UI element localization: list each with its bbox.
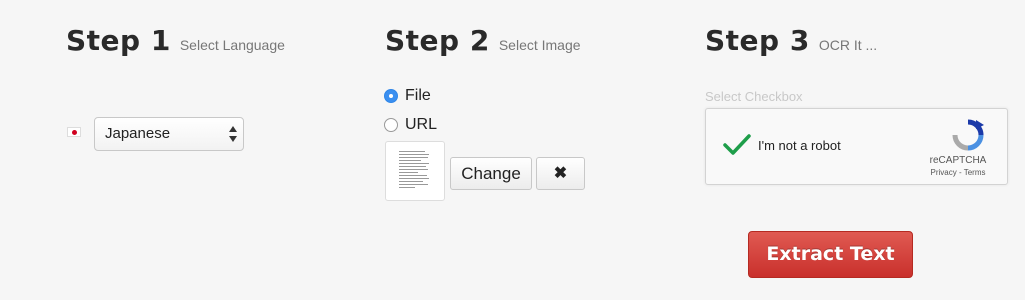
step-2-header: Step 2 Select Image — [385, 24, 581, 57]
japan-flag-icon — [67, 127, 81, 137]
language-select[interactable]: Japanese — [94, 117, 244, 151]
step-1-subtitle: Select Language — [179, 37, 285, 53]
step-2-title: Step 2 — [385, 24, 490, 57]
remove-image-button[interactable]: ✖ — [536, 157, 585, 190]
step-1-header: Step 1 Select Language — [66, 24, 285, 57]
image-thumbnail — [385, 141, 445, 201]
radio-url-label: URL — [405, 116, 438, 133]
captcha-hint: Select Checkbox — [705, 89, 803, 104]
radio-file-option[interactable]: File — [384, 87, 431, 105]
extract-text-button[interactable]: Extract Text — [748, 231, 913, 278]
recaptcha-terms-link[interactable]: Privacy - Terms — [923, 168, 993, 177]
not-robot-label: I'm not a robot — [758, 138, 841, 153]
step-3-title: Step 3 — [705, 24, 810, 57]
step-3-subtitle: OCR It ... — [818, 37, 878, 53]
checkmark-icon[interactable] — [723, 133, 751, 157]
step-1-title: Step 1 — [66, 24, 171, 57]
recaptcha-logo-icon — [952, 119, 984, 151]
recaptcha-brand: reCAPTCHA — [929, 155, 987, 166]
language-select-value: Japanese — [105, 125, 171, 142]
recaptcha-widget[interactable]: I'm not a robot reCAPTCHA Privacy - Term… — [705, 108, 1008, 185]
step-2-subtitle: Select Image — [498, 37, 581, 53]
close-icon: ✖ — [553, 165, 568, 182]
step-3-header: Step 3 OCR It ... — [705, 24, 877, 57]
change-image-button[interactable]: Change — [450, 157, 532, 190]
radio-file[interactable] — [384, 89, 398, 103]
ocr-page: Step 1 Select Language Step 2 Select Ima… — [0, 0, 1025, 300]
radio-file-label: File — [405, 87, 431, 104]
radio-url[interactable] — [384, 118, 398, 132]
document-preview-icon — [399, 151, 431, 191]
radio-url-option[interactable]: URL — [384, 116, 437, 134]
select-arrows-icon — [229, 126, 237, 142]
